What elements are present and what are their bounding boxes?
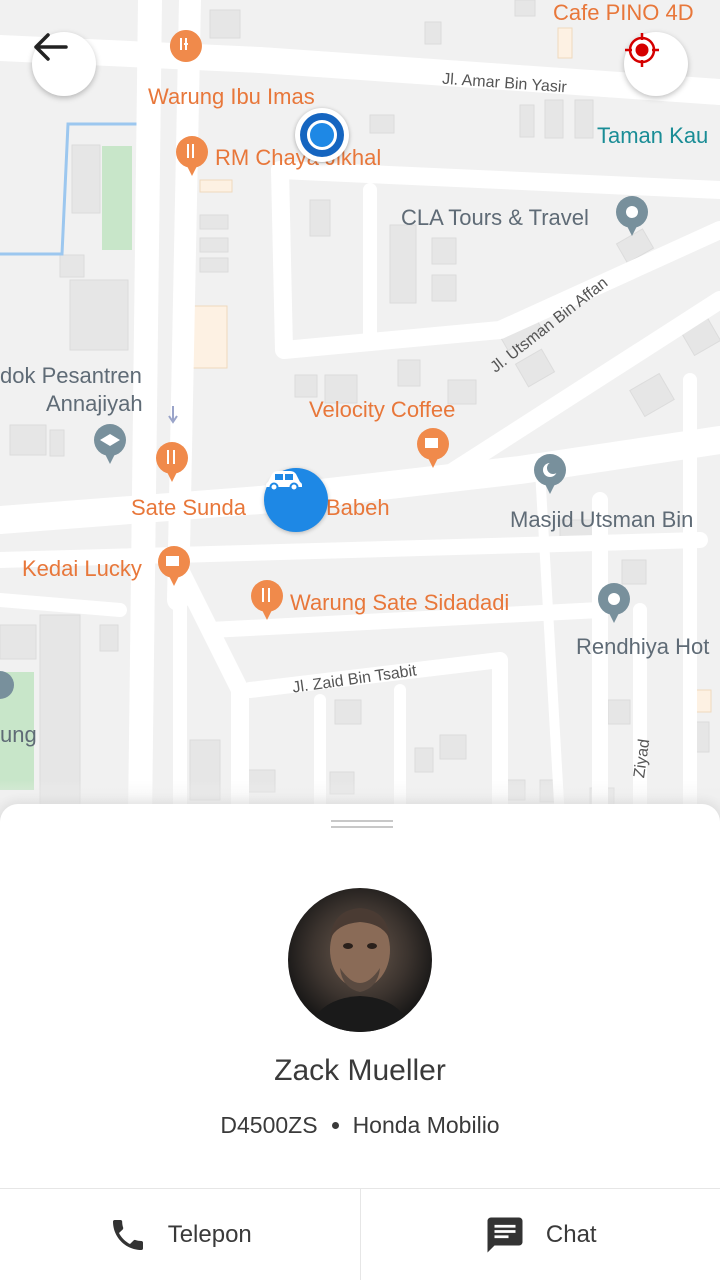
call-label: Telepon <box>167 1220 252 1248</box>
poi-cafe-icon <box>417 428 449 468</box>
map-label-sate-sunda: Sate Sunda <box>131 495 246 520</box>
driver-name: Zack Mueller <box>274 1054 446 1087</box>
map-view[interactable]: Cafe PINO 4D Warung Ibu Imas Jl. Amar Bi… <box>0 0 720 820</box>
contact-actions: Telepon Chat <box>0 1188 720 1280</box>
driver-avatar <box>288 888 432 1032</box>
car-icon <box>266 471 302 492</box>
poi-restaurant-icon <box>169 30 202 62</box>
user-location-marker <box>295 108 349 162</box>
chat-icon <box>487 1217 523 1252</box>
back-button[interactable] <box>32 32 96 96</box>
separator-dot <box>331 1122 339 1129</box>
license-plate: D4500ZS <box>220 1112 318 1138</box>
map-label-masjid: Masjid Utsman Bin <box>510 507 694 532</box>
map-label-babeh: Babeh <box>326 495 390 520</box>
poi-school-icon <box>94 424 126 464</box>
map-label-warung-sate: Warung Sate Sidadadi <box>290 590 510 615</box>
car-model: Honda Mobilio <box>352 1112 500 1138</box>
crosshair-target-icon <box>625 33 659 67</box>
locate-me-button[interactable] <box>624 32 688 96</box>
map-label-taman-kau: Taman Kau <box>597 123 709 148</box>
poi-restaurant-icon <box>251 580 283 620</box>
map-label-warung-ibu-imas: Warung Ibu Imas <box>148 84 315 109</box>
map-label-cafe-pino: Cafe PINO 4D <box>553 0 694 25</box>
vehicle-info: D4500ZS Honda Mobilio <box>0 1112 720 1139</box>
driver-car-marker[interactable] <box>264 468 328 532</box>
chat-label: Chat <box>545 1220 597 1248</box>
map-label-annajiyah: Annajiyah <box>46 391 143 416</box>
map-label-rm-chaya: RM Chaya Jikhal <box>215 145 382 170</box>
chat-button[interactable]: Chat <box>359 1189 720 1280</box>
map-label-kedai-lucky: Kedai Lucky <box>22 556 142 581</box>
map-label-velocity-coffee: Velocity Coffee <box>309 397 456 422</box>
sheet-drag-handle[interactable] <box>331 820 393 830</box>
arrow-left-icon <box>34 33 68 61</box>
driver-info-sheet: Zack Mueller D4500ZS Honda Mobilio Telep… <box>0 804 720 1280</box>
map-label-cla-tours: CLA Tours & Travel <box>401 205 589 230</box>
map-label-pesantren: dok Pesantren <box>0 363 142 388</box>
map-label-rendhiya: Rendhiya Hot <box>576 634 710 659</box>
phone-icon <box>112 1219 143 1250</box>
call-button[interactable]: Telepon <box>0 1189 360 1280</box>
map-label-ung: ung <box>0 722 37 747</box>
